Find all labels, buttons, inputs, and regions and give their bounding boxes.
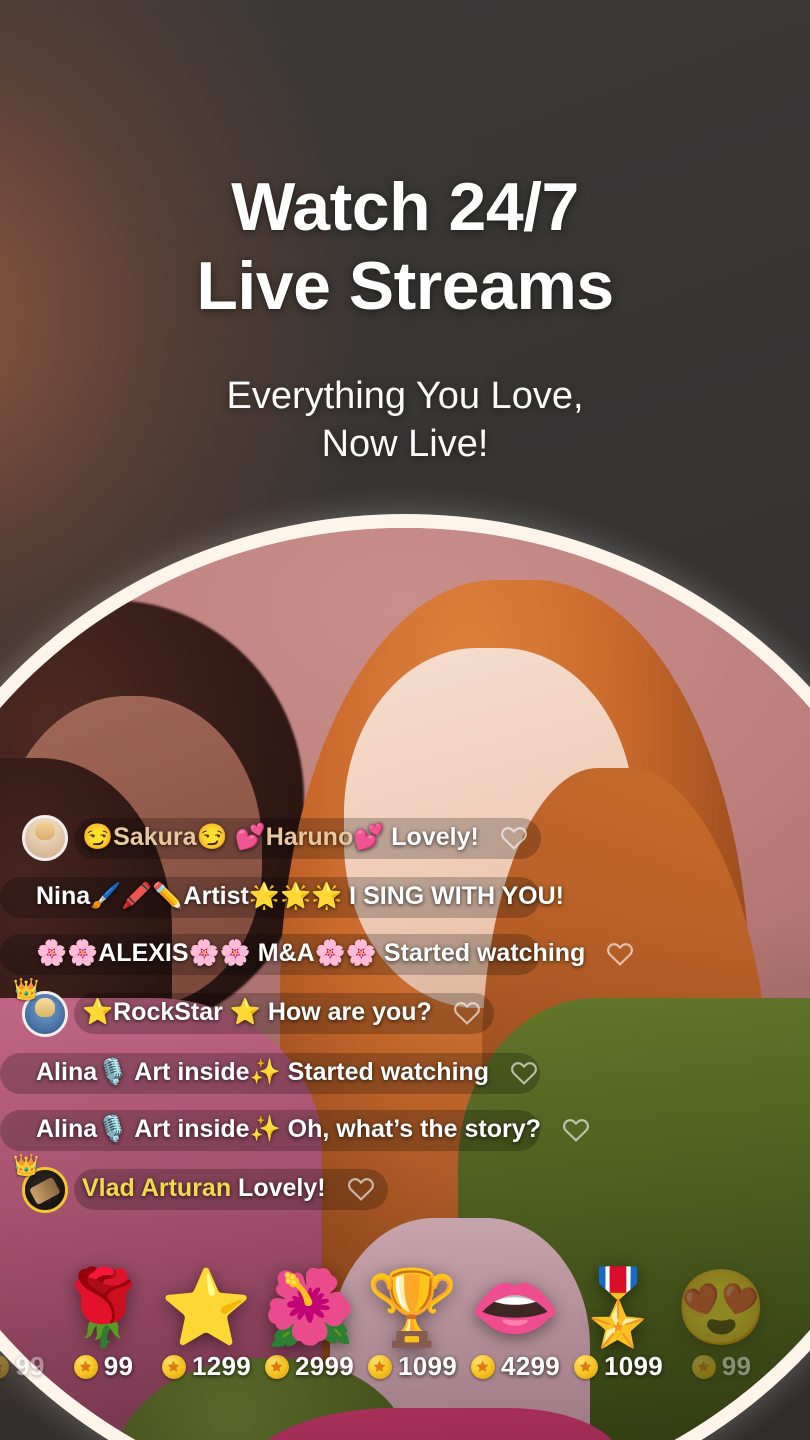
page-title: Watch 24/7 Live Streams xyxy=(196,169,614,324)
crown-badge-icon: 👑 xyxy=(13,977,40,1001)
gift-price: 99 xyxy=(0,1351,52,1382)
coin-icon xyxy=(691,1354,716,1379)
avatar-image xyxy=(25,818,65,858)
chat-bubble: 😏Sakura😏 💕Haruno💕 Lovely! xyxy=(74,817,541,859)
chat-message-alina-2[interactable]: Alina🎙️ Art inside✨ Oh, what’s the story… xyxy=(0,1107,589,1154)
chat-message-nina[interactable]: Nina🖌️🖍️✏️Artist🌟🌟🌟 I SING WITH YOU! xyxy=(0,874,564,921)
gift-price-value: 99 xyxy=(15,1351,45,1381)
coin-icon xyxy=(73,1354,98,1379)
gift-cut-left[interactable]: 99 xyxy=(0,1235,52,1382)
chat-message-alexis[interactable]: 🌸🌸ALEXIS🌸🌸 M&A🌸🌸 Started watching xyxy=(0,931,634,978)
gift-price-value: 2999 xyxy=(294,1351,355,1381)
avatar-blonde-rockstar[interactable]: 👑 xyxy=(13,979,68,1037)
chat-message-text: Alina🎙️ Art inside✨ Started watching xyxy=(36,1058,489,1088)
gift-rose[interactable]: 🌹 99 xyxy=(52,1235,155,1382)
gift-flower[interactable]: 🌺 2999 xyxy=(258,1235,361,1382)
kiss-lips-icon: 👄 xyxy=(469,1266,562,1349)
gift-price: 1299 xyxy=(155,1351,258,1382)
gift-lips[interactable]: 👄 4299 xyxy=(464,1235,567,1382)
chat-bubble: ⭐RockStar ⭐ How are you? xyxy=(74,993,494,1034)
gift-price-value: 1099 xyxy=(397,1351,458,1381)
like-heart-icon[interactable] xyxy=(452,998,482,1028)
rose-icon: 🌹 xyxy=(57,1266,150,1349)
chat-message-text: Nina🖌️🖍️✏️Artist🌟🌟🌟 I SING WITH YOU! xyxy=(36,882,564,912)
chat-message-body: I SING WITH YOU! xyxy=(342,882,564,910)
gift-bar[interactable]: 99 🌹 99 ⭐ 1299 🌺 2999 🏆 1099 👄 4299 🎖️ 1099 😍 99 xyxy=(0,1222,810,1382)
like-heart-icon[interactable] xyxy=(561,1115,591,1145)
chat-message-text: 😏Sakura😏 💕Haruno💕 Lovely! xyxy=(82,823,479,853)
chat-username[interactable]: Alina🎙️ Art inside✨ xyxy=(36,1058,281,1086)
chat-message-body: How are you? xyxy=(260,998,432,1027)
chat-bubble: Alina🎙️ Art inside✨ Started watching xyxy=(0,1052,540,1094)
gift-coin[interactable]: 🎖️ 1099 xyxy=(567,1235,670,1382)
gift-price-value: 1099 xyxy=(603,1351,664,1381)
chat-message-text: 🌸🌸ALEXIS🌸🌸 M&A🌸🌸 Started watching xyxy=(36,939,585,969)
chat-message-sakura[interactable]: 😏Sakura😏 💕Haruno💕 Lovely! xyxy=(0,812,541,864)
chat-message-body: Started watching xyxy=(280,1057,490,1086)
like-heart-icon[interactable] xyxy=(509,1058,539,1088)
chat-message-body: Lovely! xyxy=(231,1174,326,1203)
chat-message-text: Vlad Arturan Lovely! xyxy=(82,1174,326,1204)
chat-username[interactable]: ⭐RockStar ⭐ xyxy=(82,998,261,1026)
chat-message-body: Started watching xyxy=(376,938,586,967)
coin-icon xyxy=(0,1354,10,1379)
chat-message-alina-1[interactable]: Alina🎙️ Art inside✨ Started watching xyxy=(0,1050,540,1097)
app-screen: Watch 24/7 Live Streams Everything You L… xyxy=(0,0,810,1440)
gift-price-value: 4299 xyxy=(500,1351,561,1381)
live-chat-overlay: 😏Sakura😏 💕Haruno💕 Lovely! Nina🖌️🖍️✏️Artis… xyxy=(0,812,634,1226)
chat-message-body: Lovely! xyxy=(384,822,479,851)
chat-message-rockstar[interactable]: 👑 ⭐RockStar ⭐ How are you? xyxy=(0,979,540,1040)
page-subtitle: Everything You Love, Now Live! xyxy=(226,374,584,466)
coin-icon xyxy=(264,1354,289,1379)
chat-username[interactable]: Nina🖌️🖍️✏️Artist🌟🌟🌟 xyxy=(36,882,342,910)
crown-badge-icon: 👑 xyxy=(13,1153,40,1177)
chat-bubble: Vlad Arturan Lovely! xyxy=(74,1169,388,1210)
chat-message-vlad[interactable]: 👑 Vlad Arturan Lovely! xyxy=(0,1155,540,1216)
trophy-icon: 🏆 xyxy=(366,1266,459,1349)
gift-price: 2999 xyxy=(258,1351,361,1382)
gift-price-value: 99 xyxy=(103,1351,134,1381)
coin-icon xyxy=(161,1354,186,1379)
gift-heart-eyes[interactable]: 😍 99 xyxy=(670,1235,773,1382)
chat-bubble: 🌸🌸ALEXIS🌸🌸 M&A🌸🌸 Started watching xyxy=(0,933,634,975)
gift-star[interactable]: ⭐ 1299 xyxy=(155,1235,258,1382)
chat-username[interactable]: Alina🎙️ Art inside✨ xyxy=(36,1115,281,1143)
promo-header: Watch 24/7 Live Streams Everything You L… xyxy=(0,0,810,500)
like-heart-icon[interactable] xyxy=(605,939,635,969)
heart-eyes-icon: 😍 xyxy=(675,1266,768,1349)
coin-icon xyxy=(470,1354,495,1379)
chat-message-text: ⭐RockStar ⭐ How are you? xyxy=(82,998,432,1028)
coin-icon xyxy=(367,1354,392,1379)
star-medal-icon: 🎖️ xyxy=(572,1266,665,1349)
gift-trophy[interactable]: 🏆 1099 xyxy=(361,1235,464,1382)
chat-bubble: Alina🎙️ Art inside✨ Oh, what’s the story… xyxy=(0,1109,589,1151)
gift-price: 1099 xyxy=(567,1351,670,1382)
avatar-guitarist[interactable]: 👑 xyxy=(13,1155,68,1213)
chat-username[interactable]: 😏Sakura😏 💕Haruno💕 xyxy=(82,823,384,851)
star-icon: ⭐ xyxy=(160,1266,253,1349)
chat-username[interactable]: 🌸🌸ALEXIS🌸🌸 M&A🌸🌸 xyxy=(36,939,377,967)
chat-message-body: Oh, what’s the story? xyxy=(280,1114,541,1143)
like-heart-icon[interactable] xyxy=(499,823,529,853)
gift-price-value: 99 xyxy=(721,1351,752,1381)
chat-username[interactable]: Vlad Arturan xyxy=(82,1174,231,1202)
chat-message-text: Alina🎙️ Art inside✨ Oh, what’s the story… xyxy=(36,1115,541,1145)
avatar-blonde-woman[interactable] xyxy=(22,815,68,861)
gift-price-value: 1299 xyxy=(191,1351,252,1381)
gift-price: 99 xyxy=(52,1351,155,1382)
like-heart-icon[interactable] xyxy=(346,1174,376,1204)
coin-icon xyxy=(573,1354,598,1379)
gift-price: 1099 xyxy=(361,1351,464,1382)
gift-price: 99 xyxy=(670,1351,773,1382)
blossom-icon: 🌺 xyxy=(263,1266,356,1349)
chat-bubble: Nina🖌️🖍️✏️Artist🌟🌟🌟 I SING WITH YOU! xyxy=(0,877,564,918)
gift-price: 4299 xyxy=(464,1351,567,1382)
